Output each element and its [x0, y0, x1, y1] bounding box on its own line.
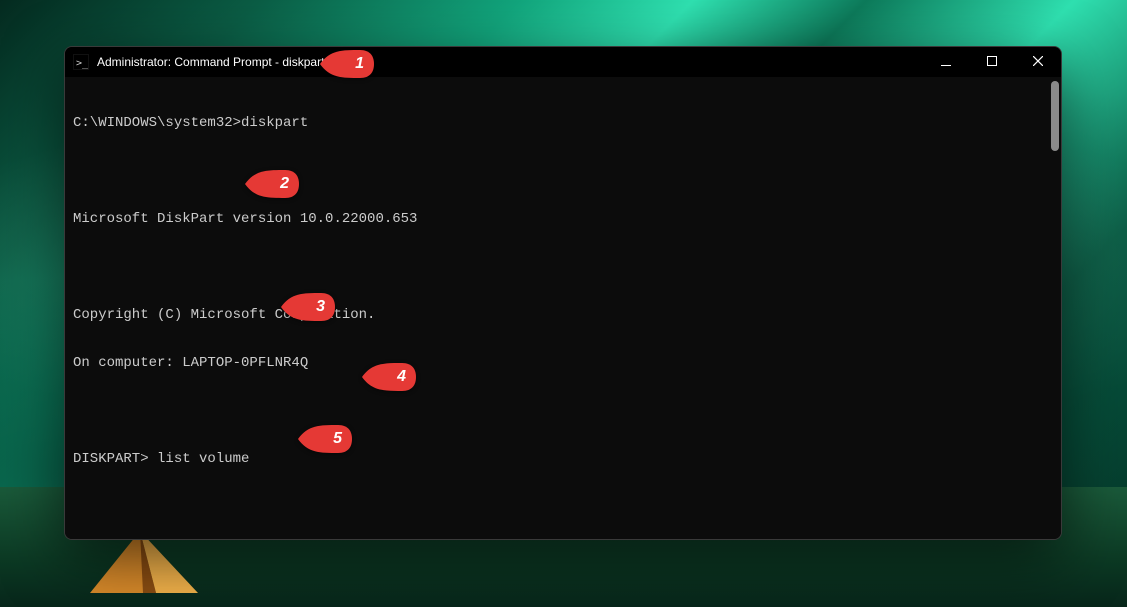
minimize-icon — [941, 55, 951, 69]
terminal-line: DISKPART> list volume — [73, 451, 1053, 467]
titlebar[interactable]: >_ Administrator: Command Prompt - diskp… — [65, 47, 1061, 77]
close-icon — [1033, 55, 1043, 69]
close-button[interactable] — [1015, 47, 1061, 77]
window-controls — [923, 47, 1061, 77]
terminal-line: Microsoft DiskPart version 10.0.22000.65… — [73, 211, 1053, 227]
maximize-button[interactable] — [969, 47, 1015, 77]
window-title: Administrator: Command Prompt - diskpart — [97, 55, 324, 69]
command-prompt-window: >_ Administrator: Command Prompt - diskp… — [64, 46, 1062, 540]
minimize-button[interactable] — [923, 47, 969, 77]
terminal-output[interactable]: C:\WINDOWS\system32>diskpart Microsoft D… — [65, 77, 1061, 539]
terminal-line — [73, 259, 1053, 275]
terminal-line — [73, 163, 1053, 179]
terminal-line — [73, 403, 1053, 419]
terminal-line: C:\WINDOWS\system32>diskpart — [73, 115, 1053, 131]
terminal-line: Copyright (C) Microsoft Corporation. — [73, 307, 1053, 323]
terminal-line — [73, 499, 1053, 515]
maximize-icon — [987, 55, 997, 69]
svg-text:>_: >_ — [76, 58, 89, 69]
command-prompt-icon: >_ — [73, 54, 89, 70]
scrollbar-thumb[interactable] — [1051, 81, 1059, 151]
terminal-line: On computer: LAPTOP-0PFLNR4Q — [73, 355, 1053, 371]
